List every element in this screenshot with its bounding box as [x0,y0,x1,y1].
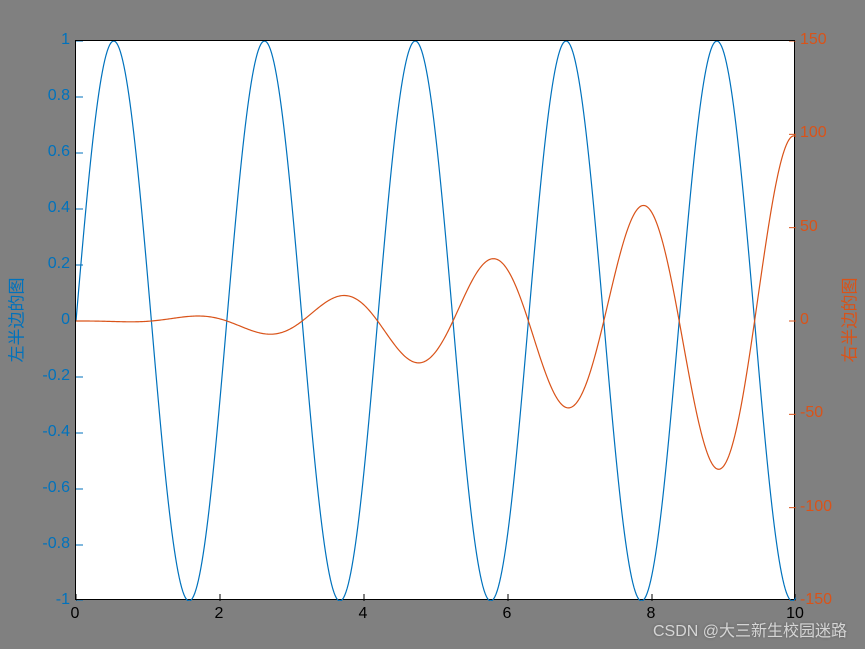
left-tick-08: 0.8 [48,87,70,105]
series-right [76,136,796,469]
left-tick-06: 0.6 [48,143,70,161]
watermark: CSDN @大三新生校园迷路 [653,617,847,641]
left-tick-n02: -0.2 [42,367,70,385]
x-tick-4: 4 [359,605,368,623]
right-y-ticks [789,41,796,601]
left-tick-1: 1 [61,31,70,49]
right-tick-100: 100 [800,124,827,142]
right-tick-150: 150 [800,31,827,49]
left-tick-0: 0 [61,311,70,329]
ylabel-left: 左半边的图 [3,278,28,363]
left-tick-04: 0.4 [48,199,70,217]
x-tick-6: 6 [503,605,512,623]
right-tick-n100: -100 [800,498,832,516]
x-tick-0: 0 [71,605,80,623]
left-tick-n08: -0.8 [42,535,70,553]
x-tick-2: 2 [215,605,224,623]
left-tick-02: 0.2 [48,255,70,273]
chart-container: 0 2 4 6 8 10 -1 -0.8 -0.6 -0.4 -0.2 0 0.… [0,0,865,649]
left-tick-n1: -1 [56,591,70,609]
right-tick-50: 50 [800,218,818,236]
right-tick-n150: -150 [800,591,832,609]
right-tick-n50: -50 [800,404,823,422]
series-left [76,41,796,601]
plot-area [75,40,795,600]
left-tick-n04: -0.4 [42,423,70,441]
left-tick-n06: -0.6 [42,479,70,497]
chart-svg [76,41,796,601]
right-tick-0: 0 [800,311,809,329]
ylabel-right: 右半边的图 [836,278,861,363]
